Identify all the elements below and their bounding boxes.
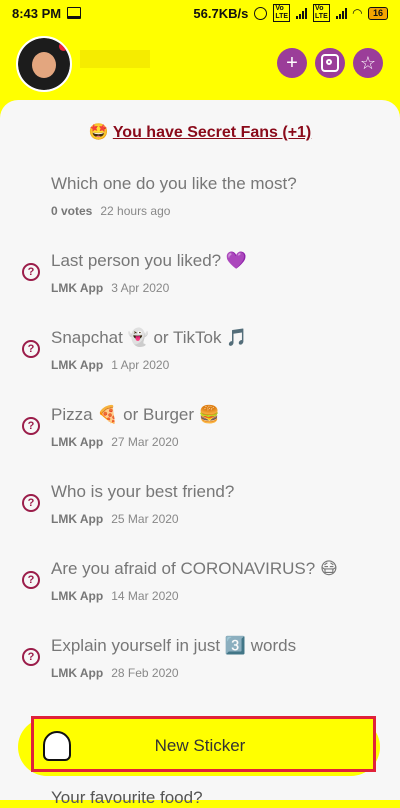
add-button[interactable]: + xyxy=(277,48,307,78)
secret-fans-text: You have Secret Fans (+1) xyxy=(112,124,312,141)
question-title: Last person you liked? 💜 xyxy=(51,251,247,270)
partial-question-title[interactable]: Your favourite food? xyxy=(51,788,203,808)
avatar[interactable] xyxy=(16,36,72,92)
question-title: Which one do you like the most? xyxy=(51,174,297,193)
question-mark-icon: ? xyxy=(22,571,40,589)
question-title: Are you afraid of CORONAVIRUS? 😷 xyxy=(51,559,338,578)
username-redacted xyxy=(80,50,150,68)
question-meta: LMK App 28 Feb 2020 xyxy=(51,666,179,680)
instagram-button[interactable] xyxy=(315,48,345,78)
signal-icon xyxy=(296,7,308,19)
app-header: + ☆ xyxy=(0,26,400,100)
laptop-icon xyxy=(67,7,82,19)
question-mark-icon: ? xyxy=(22,494,40,512)
star-button[interactable]: ☆ xyxy=(353,48,383,78)
star-struck-emoji: 🤩 xyxy=(88,124,109,141)
question-meta: LMK App 14 Mar 2020 xyxy=(51,589,179,603)
star-icon: ☆ xyxy=(359,53,377,73)
question-mark-icon: ? xyxy=(22,263,40,281)
question-mark-icon: ? xyxy=(22,340,40,358)
volte-icon: Vo LTE xyxy=(273,4,291,22)
plus-icon: + xyxy=(286,52,298,74)
wifi-icon: ◠ xyxy=(352,6,362,20)
new-sticker-label: New Sticker xyxy=(154,736,246,755)
question-title: Explain yourself in just 3️⃣ words xyxy=(51,636,297,655)
question-meta: LMK App 27 Mar 2020 xyxy=(51,435,179,449)
status-bar: 8:43 PM 56.7KB/s Vo LTE Vo LTE ◠ 16 xyxy=(0,0,400,26)
question-title: Who is your best friend? xyxy=(51,482,235,501)
question-meta: LMK App 1 Apr 2020 xyxy=(51,358,170,372)
alarm-icon xyxy=(254,6,268,20)
network-speed: 56.7KB/s xyxy=(193,5,249,21)
clock: 8:43 PM xyxy=(12,5,62,21)
question-meta: LMK App 3 Apr 2020 xyxy=(51,281,170,295)
notification-dot xyxy=(59,42,68,51)
question-title: Snapchat 👻 or TikTok 🎵 xyxy=(51,328,248,347)
volte-icon-2: Vo LTE xyxy=(313,4,330,22)
question-mark-icon: ? xyxy=(22,648,40,666)
battery-indicator: 16 xyxy=(367,6,388,20)
question-meta: LMK App 25 Mar 2020 xyxy=(51,512,179,526)
questions-card: 🤩 You have Secret Fans (+1) Which one do… xyxy=(0,100,400,800)
question-meta: 0 votes 22 hours ago xyxy=(51,204,171,218)
question-mark-icon: ? xyxy=(22,417,40,435)
secret-fans-banner[interactable]: 🤩 You have Secret Fans (+1) xyxy=(0,122,400,142)
question-title: Pizza 🍕 or Burger 🍔 xyxy=(51,405,220,424)
instagram-icon xyxy=(321,54,339,72)
signal-icon-2 xyxy=(335,7,347,19)
